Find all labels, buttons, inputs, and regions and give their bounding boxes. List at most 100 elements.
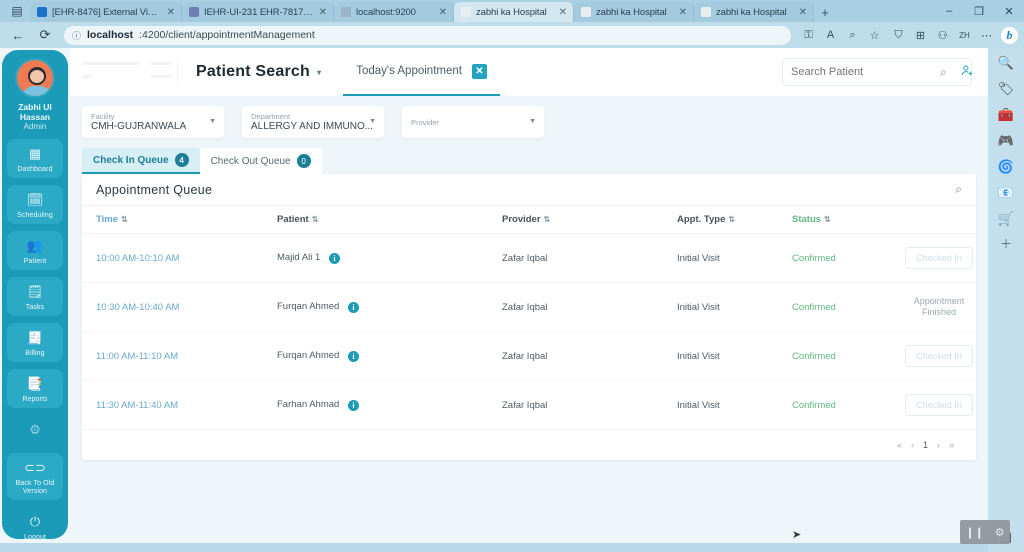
table-row[interactable]: 10:00 AM-10:10 AM Majid Ali 1 i Zafar Iq… [82, 233, 976, 283]
info-icon[interactable]: i [347, 302, 359, 313]
tab-close-icon[interactable]: ✕ [799, 7, 807, 18]
tab-check-in-queue[interactable]: Check In Queue 4 [82, 148, 200, 174]
tab-todays-appointment[interactable]: Today's Appointment ✕ [343, 48, 500, 96]
close-window-button[interactable]: ✕ [994, 0, 1024, 22]
checked-in-button[interactable]: Checked In [905, 247, 973, 269]
table-row[interactable]: 11:00 AM-11:10 AM Furqan Ahmed i Zafar I… [82, 331, 976, 381]
next-page-button[interactable]: › [937, 440, 940, 450]
add-patient-icon[interactable] [961, 64, 974, 80]
provider-dropdown[interactable]: Provider ▼ [402, 106, 544, 138]
checked-in-button[interactable]: Checked In [905, 394, 973, 416]
new-tab-button[interactable]: + [814, 2, 836, 22]
key-icon[interactable]: ⚿ [798, 25, 819, 46]
checked-in-button[interactable]: Checked In [905, 345, 973, 367]
cell-time[interactable]: 11:00 AM-11:10 AM [82, 331, 277, 381]
sidebar-search-icon[interactable]: 🔍 [998, 56, 1014, 69]
gear-icon[interactable]: ⚙ [995, 526, 1005, 539]
sidebar-cart-icon[interactable]: 🛒 [998, 212, 1014, 225]
settings-more-icon[interactable]: ⋯ [976, 25, 997, 46]
tab-check-out-queue[interactable]: Check Out Queue 0 [199, 148, 322, 174]
cell-time[interactable]: 11:30 AM-11:40 AM [82, 380, 277, 430]
sort-icon[interactable]: ⇅ [312, 215, 319, 224]
chevron-down-icon[interactable]: ▾ [317, 68, 321, 77]
reload-icon[interactable]: ⟳ [33, 24, 57, 46]
patient-name[interactable]: Farhan Ahmad [277, 399, 339, 410]
chevron-down-icon[interactable]: ▼ [529, 118, 536, 125]
recording-overlay[interactable]: ❙❙ ⚙ [960, 520, 1010, 544]
info-icon[interactable]: i [328, 253, 340, 264]
sort-icon[interactable]: ⇅ [728, 215, 735, 224]
table-row[interactable]: 11:30 AM-11:40 AM Farhan Ahmad i Zafar I… [82, 380, 976, 430]
sort-icon[interactable]: ⇅ [824, 215, 831, 224]
info-icon[interactable]: i [347, 400, 359, 411]
column-patient[interactable]: Patient ⇅ [277, 206, 502, 234]
sidebar-shopping-tag-icon[interactable]: 🏷 [998, 82, 1015, 95]
minimize-button[interactable]: – [934, 0, 964, 22]
sort-icon[interactable]: ⇅ [544, 215, 551, 224]
search-input[interactable] [791, 66, 933, 78]
pause-icon[interactable]: ❙❙ [965, 526, 983, 539]
sidebar-item-reports[interactable]: 📑 Reports [7, 369, 63, 408]
sidebar-add-icon[interactable]: ＋ [1000, 238, 1012, 250]
sidebar-item-logout[interactable]: ⏻ Logout [7, 507, 63, 543]
zoom-icon[interactable]: ⌕ [842, 25, 863, 46]
avatar[interactable] [15, 58, 55, 98]
extensions-icon[interactable]: ⊞ [910, 25, 931, 46]
browser-tab[interactable]: zabhi ka Hospital ✕ [694, 2, 814, 22]
browser-tab[interactable]: [EHR-8476] External Visit R... ✕ [30, 2, 182, 22]
facility-dropdown[interactable]: Facility CMH-GUJRANWALA ▼ [82, 106, 224, 138]
cell-time[interactable]: 10:00 AM-10:10 AM [82, 233, 277, 283]
sidebar-item-back-to-old-version[interactable]: ⊂⊃ Back To Old Version [7, 453, 63, 500]
address-bar[interactable]: ⓘ localhost:4200/client/appointmentManag… [64, 25, 791, 45]
sidebar-item-dashboard[interactable]: ▦ Dashboard [7, 139, 63, 178]
browser-tab[interactable]: IEHR-UI-231 EHR-7817 > I... ✕ [182, 2, 334, 22]
department-dropdown[interactable]: Department ALLERGY AND IMMUNO... ▼ [242, 106, 384, 138]
browser-tab[interactable]: zabhi ka Hospital ✕ [574, 2, 694, 22]
table-search-icon[interactable]: ⌕ [955, 182, 962, 197]
tab-close-icon[interactable]: ✕ [439, 7, 447, 18]
chevron-down-icon[interactable]: ▼ [369, 118, 376, 125]
sort-icon[interactable]: ⇅ [121, 215, 128, 224]
last-page-button[interactable]: » [949, 440, 954, 450]
search-icon[interactable]: ⌕ [940, 65, 947, 80]
column-time[interactable]: Time ⇅ [82, 206, 277, 234]
profile-icon[interactable]: ZH [954, 25, 975, 46]
patient-name[interactable]: Majid Ali 1 [277, 252, 320, 263]
back-icon[interactable]: ← [6, 24, 30, 46]
first-page-button[interactable]: « [897, 440, 902, 450]
browser-essentials-icon[interactable]: ⚇ [932, 25, 953, 46]
tab-close-icon[interactable]: ✕ [679, 7, 687, 18]
patient-name[interactable]: Furqan Ahmed [277, 301, 339, 312]
tab-search-icon[interactable]: ▤ [4, 0, 30, 22]
patient-name[interactable]: Furqan Ahmed [277, 350, 339, 361]
close-icon[interactable]: ✕ [471, 63, 487, 79]
sidebar-item-scheduling[interactable]: 🗓 Scheduling [7, 185, 63, 224]
collections-icon[interactable]: ⛉ [888, 25, 909, 46]
read-aloud-icon[interactable]: A [820, 25, 841, 46]
patient-search-box[interactable]: ⌕ [782, 58, 974, 86]
cell-time[interactable]: 10:30 AM-10:40 AM [82, 282, 277, 332]
copilot-icon[interactable]: b [1001, 26, 1018, 44]
tab-close-icon[interactable]: ✕ [167, 7, 175, 18]
site-info-icon[interactable]: ⓘ [72, 29, 81, 42]
column-status[interactable]: Status ⇅ [792, 206, 902, 234]
sidebar-item-tasks[interactable]: 🗒 Tasks [7, 277, 63, 316]
sidebar-tools-icon[interactable]: 🧰 [998, 108, 1014, 121]
prev-page-button[interactable]: ‹ [911, 440, 914, 450]
tab-close-icon[interactable]: ✕ [559, 7, 567, 18]
browser-tab-active[interactable]: zabhi ka Hospital ✕ [454, 2, 574, 22]
column-appt-type[interactable]: Appt. Type ⇅ [677, 206, 792, 234]
favorite-star-icon[interactable]: ☆ [864, 25, 885, 46]
chevron-down-icon[interactable]: ▼ [209, 118, 216, 125]
sidebar-outlook-icon[interactable]: 📧 [998, 186, 1014, 199]
sidebar-drop-icon[interactable]: 🌀 [998, 160, 1014, 173]
sidebar-item-patient[interactable]: 👥 Patient [7, 231, 63, 270]
maximize-button[interactable]: ❐ [964, 0, 994, 22]
browser-tab[interactable]: localhost:9200 ✕ [334, 2, 454, 22]
sidebar-item-settings[interactable]: ⚙ [7, 415, 63, 446]
column-provider[interactable]: Provider ⇅ [502, 206, 677, 234]
info-icon[interactable]: i [347, 351, 359, 362]
tab-close-icon[interactable]: ✕ [319, 7, 327, 18]
sidebar-games-icon[interactable]: 🎮 [998, 134, 1014, 147]
sidebar-item-billing[interactable]: 🧾 Billing [7, 323, 63, 362]
